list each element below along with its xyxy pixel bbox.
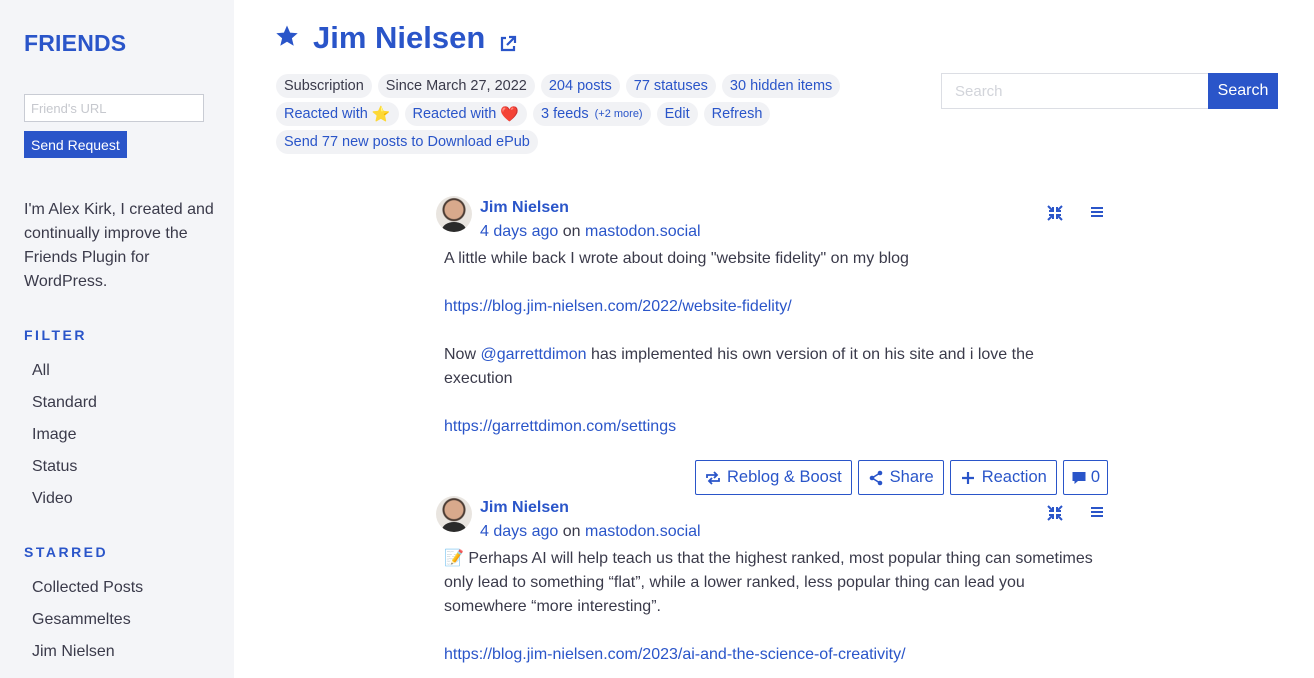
starred-item-collected-posts[interactable]: Collected Posts: [32, 572, 143, 604]
starred-item-jim-nielsen[interactable]: Jim Nielsen: [32, 636, 143, 668]
post-actions: Reblog & Boost Share Reaction 0: [695, 460, 1108, 495]
plus-icon: [961, 471, 974, 484]
reacted-heart-chip[interactable]: Reacted with ❤️: [404, 102, 528, 126]
search-input[interactable]: [941, 73, 1209, 109]
post-author[interactable]: Jim Nielsen: [480, 199, 569, 217]
reblog-label: Reblog & Boost: [727, 468, 842, 486]
post-content: A little while back I wrote about doing …: [444, 247, 1094, 463]
avatar[interactable]: [436, 496, 472, 532]
page-title: Jim Nielsen: [313, 20, 486, 55]
feeds-chip[interactable]: 3 feeds (+2 more): [533, 102, 651, 126]
post-site[interactable]: mastodon.social: [585, 223, 701, 240]
post-on: on: [562, 223, 581, 240]
comments-button[interactable]: 0: [1062, 460, 1108, 495]
external-link-icon[interactable]: [498, 34, 518, 54]
collapse-icon[interactable]: [1046, 204, 1064, 222]
post-card: Jim Nielsen 4 days ago on mastodon.socia…: [436, 496, 1116, 678]
starred-item-gesammeltes[interactable]: Gesammeltes: [32, 604, 143, 636]
mention-link[interactable]: @garrettdimon: [480, 346, 586, 363]
post-site[interactable]: mastodon.social: [585, 523, 701, 540]
since-chip: Since March 27, 2022: [377, 74, 535, 98]
sidebar: FRIENDS Send Request I'm Alex Kirk, I cr…: [0, 0, 234, 678]
post-time[interactable]: 4 days ago: [480, 223, 558, 240]
filter-item-image[interactable]: Image: [32, 419, 97, 451]
post-time[interactable]: 4 days ago: [480, 523, 558, 540]
reacted-star-label: Reacted with: [284, 106, 368, 122]
filter-item-video[interactable]: Video: [32, 483, 97, 515]
feeds-more: (+2 more): [594, 108, 643, 120]
post-text: Now: [444, 346, 477, 363]
edit-chip[interactable]: Edit: [656, 102, 698, 126]
comment-icon: [1072, 471, 1086, 484]
friend-url-input[interactable]: [24, 94, 204, 122]
post-paragraph: Now @garrettdimon has implemented his ow…: [444, 343, 1094, 391]
post-link[interactable]: https://garrettdimon.com/settings: [444, 418, 676, 435]
menu-icon[interactable]: [1090, 505, 1104, 519]
starred-heading: STARRED: [24, 544, 109, 560]
starred-list: Collected Posts Gesammeltes Jim Nielsen: [32, 572, 143, 668]
post-text: Perhaps AI will help teach us that the h…: [444, 550, 1093, 615]
share-icon: [869, 470, 882, 485]
reacted-heart-label: Reacted with: [412, 106, 497, 122]
filter-item-standard[interactable]: Standard: [32, 387, 97, 419]
post-link[interactable]: https://blog.jim-nielsen.com/2022/websit…: [444, 298, 792, 315]
collapse-icon[interactable]: [1046, 504, 1064, 522]
star-emoji-icon: ⭐: [371, 106, 391, 123]
reaction-label: Reaction: [981, 468, 1047, 486]
filter-item-all[interactable]: All: [32, 355, 97, 387]
post-meta: 4 days ago on mastodon.social: [480, 523, 701, 541]
filter-item-status[interactable]: Status: [32, 451, 97, 483]
post-author[interactable]: Jim Nielsen: [480, 499, 569, 517]
heart-emoji-icon: ❤️: [500, 106, 520, 123]
post-content: 📝 Perhaps AI will help teach us that the…: [444, 547, 1094, 678]
site-title[interactable]: FRIENDS: [24, 30, 126, 57]
reaction-button[interactable]: Reaction: [949, 460, 1057, 495]
posts-chip[interactable]: 204 posts: [540, 74, 620, 98]
post-card: Jim Nielsen 4 days ago on mastodon.socia…: [436, 196, 1116, 446]
reblog-icon: [706, 470, 720, 485]
hidden-items-chip[interactable]: 30 hidden items: [721, 74, 841, 98]
post-on: on: [562, 523, 581, 540]
friend-info-chips: Subscription Since March 27, 2022 204 po…: [276, 74, 916, 158]
subscription-chip: Subscription: [276, 74, 372, 98]
reacted-star-chip[interactable]: Reacted with ⭐: [276, 102, 399, 126]
about-text: I'm Alex Kirk, I created and continually…: [24, 201, 214, 290]
comments-count: 0: [1090, 468, 1100, 486]
star-icon[interactable]: [275, 24, 299, 48]
refresh-chip[interactable]: Refresh: [703, 102, 771, 126]
search-button[interactable]: Search: [1208, 73, 1278, 109]
share-label: Share: [889, 468, 934, 486]
send-request-button[interactable]: Send Request: [24, 131, 127, 158]
post-meta: 4 days ago on mastodon.social: [480, 223, 701, 241]
filter-heading: FILTER: [24, 327, 87, 343]
filter-list: All Standard Image Status Video: [32, 355, 97, 515]
feeds-label: 3 feeds: [541, 106, 589, 122]
statuses-chip[interactable]: 77 statuses: [625, 74, 716, 98]
avatar[interactable]: [436, 196, 472, 232]
post-link[interactable]: https://blog.jim-nielsen.com/2023/ai-and…: [444, 646, 906, 663]
epub-chip[interactable]: Send 77 new posts to Download ePub: [276, 130, 538, 154]
reblog-boost-button[interactable]: Reblog & Boost: [695, 460, 852, 495]
memo-emoji-icon: 📝: [444, 550, 464, 567]
post-paragraph: 📝 Perhaps AI will help teach us that the…: [444, 547, 1094, 619]
menu-icon[interactable]: [1090, 205, 1104, 219]
post-paragraph: A little while back I wrote about doing …: [444, 250, 909, 267]
share-button[interactable]: Share: [857, 460, 944, 495]
